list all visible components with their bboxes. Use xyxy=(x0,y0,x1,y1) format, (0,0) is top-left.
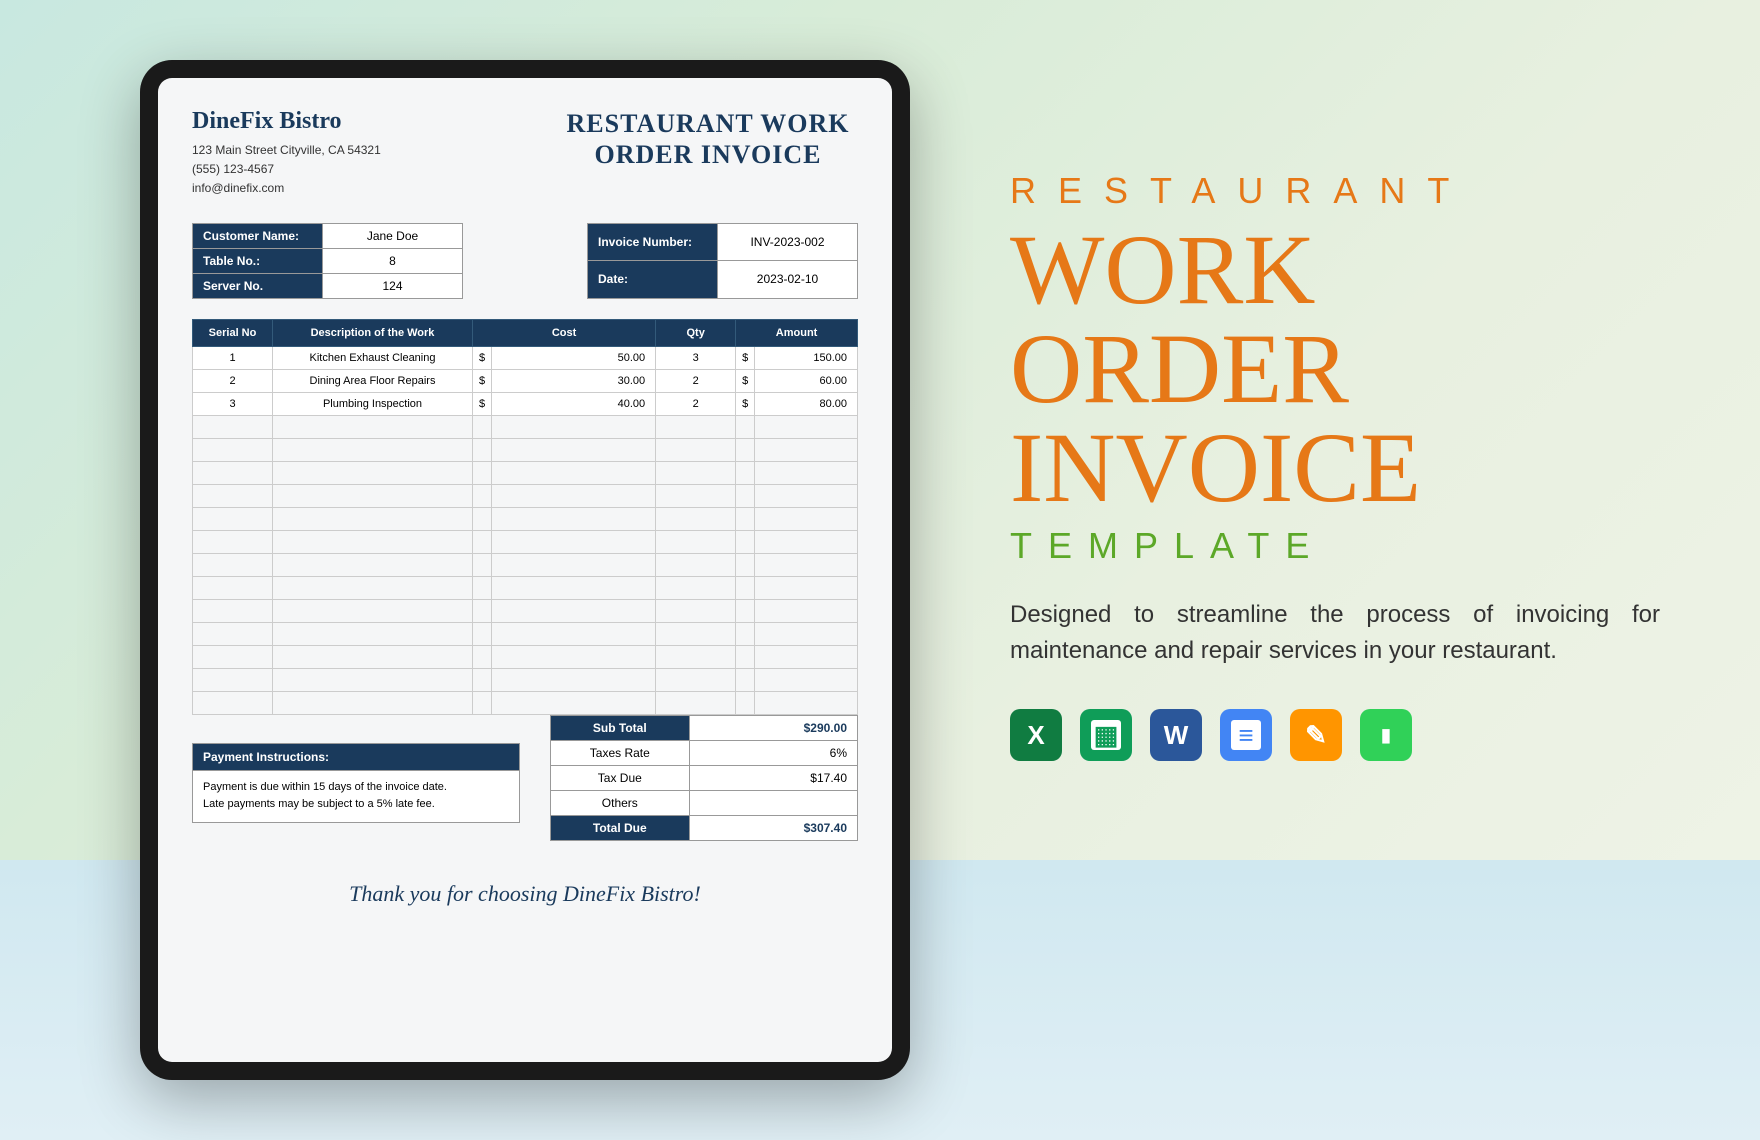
table-row: 2Dining Area Floor Repairs$30.002$60.00 xyxy=(193,369,858,392)
payment-line2: Late payments may be subject to a 5% lat… xyxy=(203,796,509,814)
payment-body: Payment is due within 15 days of the inv… xyxy=(192,771,520,823)
server-no-value: 124 xyxy=(323,273,463,298)
taxrate-label: Taxes Rate xyxy=(550,740,689,765)
header-row: DineFix Bistro 123 Main Street Cityville… xyxy=(192,108,858,199)
document-title: Restaurant Work Order Invoice xyxy=(558,108,858,199)
promo-template: TEMPLATE xyxy=(1010,525,1660,567)
others-value xyxy=(689,790,857,815)
table-no-value: 8 xyxy=(323,248,463,273)
numbers-icon: ▮ xyxy=(1360,709,1412,761)
sheets-icon: ▦ xyxy=(1080,709,1132,761)
company-phone: (555) 123-4567 xyxy=(192,160,558,179)
table-row-empty xyxy=(193,530,858,553)
word-icon: W xyxy=(1150,709,1202,761)
info-row: Customer Name:Jane Doe Table No.:8 Serve… xyxy=(192,223,858,299)
promo-invoice: INVOICE xyxy=(1010,420,1660,515)
table-row-empty xyxy=(193,599,858,622)
company-name: DineFix Bistro xyxy=(192,108,558,135)
customer-table: Customer Name:Jane Doe Table No.:8 Serve… xyxy=(192,223,463,299)
taxrate-value: 6% xyxy=(689,740,857,765)
doc-title-line2: Order Invoice xyxy=(558,139,858,170)
payment-header: Payment Instructions: xyxy=(192,743,520,771)
customer-name-value: Jane Doe xyxy=(323,223,463,248)
company-email: info@dinefix.com xyxy=(192,179,558,198)
table-row-empty xyxy=(193,622,858,645)
totals-table: Sub Total$290.00 Taxes Rate6% Tax Due$17… xyxy=(550,715,858,841)
others-label: Others xyxy=(550,790,689,815)
work-order-table: Serial No Description of the Work Cost Q… xyxy=(192,319,858,715)
table-row-empty xyxy=(193,668,858,691)
table-row: 3Plumbing Inspection$40.002$80.00 xyxy=(193,392,858,415)
table-row-empty xyxy=(193,415,858,438)
taxdue-label: Tax Due xyxy=(550,765,689,790)
table-row-empty xyxy=(193,645,858,668)
totaldue-value: $307.40 xyxy=(689,815,857,840)
col-qty: Qty xyxy=(656,319,736,346)
docs-icon: ≡ xyxy=(1220,709,1272,761)
subtotal-label: Sub Total xyxy=(550,715,689,740)
table-row-empty xyxy=(193,691,858,714)
col-amount: Amount xyxy=(736,319,858,346)
customer-name-label: Customer Name: xyxy=(193,223,323,248)
table-row: 1Kitchen Exhaust Cleaning$50.003$150.00 xyxy=(193,346,858,369)
promo-order: ORDER xyxy=(1010,321,1660,416)
table-no-label: Table No.: xyxy=(193,248,323,273)
payment-line1: Payment is due within 15 days of the inv… xyxy=(203,779,509,797)
excel-icon: X xyxy=(1010,709,1062,761)
invoice-date-value: 2023-02-10 xyxy=(718,261,858,299)
promo-work: WORK xyxy=(1010,222,1660,317)
table-row-empty xyxy=(193,484,858,507)
col-desc: Description of the Work xyxy=(273,319,473,346)
payment-block: Payment Instructions: Payment is due wit… xyxy=(192,743,520,823)
company-address: 123 Main Street Cityville, CA 54321 xyxy=(192,141,558,160)
document-screen: DineFix Bistro 123 Main Street Cityville… xyxy=(158,78,892,1062)
invoice-date-label: Date: xyxy=(588,261,718,299)
totaldue-label: Total Due xyxy=(550,815,689,840)
promo-panel: RESTAURANT WORK ORDER INVOICE TEMPLATE D… xyxy=(1010,170,1660,761)
col-cost: Cost xyxy=(473,319,656,346)
doc-title-line1: Restaurant Work xyxy=(558,108,858,139)
bottom-row: Payment Instructions: Payment is due wit… xyxy=(192,715,858,841)
table-row-empty xyxy=(193,576,858,599)
tablet-frame: DineFix Bistro 123 Main Street Cityville… xyxy=(140,60,910,1080)
subtotal-value: $290.00 xyxy=(689,715,857,740)
pages-icon: ✎ xyxy=(1290,709,1342,761)
table-row-empty xyxy=(193,438,858,461)
table-row-empty xyxy=(193,461,858,484)
promo-restaurant: RESTAURANT xyxy=(1010,170,1660,212)
promo-description: Designed to streamline the process of in… xyxy=(1010,597,1660,669)
invoice-meta-table: Invoice Number:INV-2023-002 Date:2023-02… xyxy=(587,223,858,299)
app-icons-row: X ▦ W ≡ ✎ ▮ xyxy=(1010,709,1660,761)
thank-you-message: Thank you for choosing DineFix Bistro! xyxy=(192,881,858,907)
invoice-number-value: INV-2023-002 xyxy=(718,223,858,261)
table-row-empty xyxy=(193,553,858,576)
table-row-empty xyxy=(193,507,858,530)
invoice-number-label: Invoice Number: xyxy=(588,223,718,261)
col-serial: Serial No xyxy=(193,319,273,346)
taxdue-value: $17.40 xyxy=(689,765,857,790)
company-block: DineFix Bistro 123 Main Street Cityville… xyxy=(192,108,558,199)
server-no-label: Server No. xyxy=(193,273,323,298)
